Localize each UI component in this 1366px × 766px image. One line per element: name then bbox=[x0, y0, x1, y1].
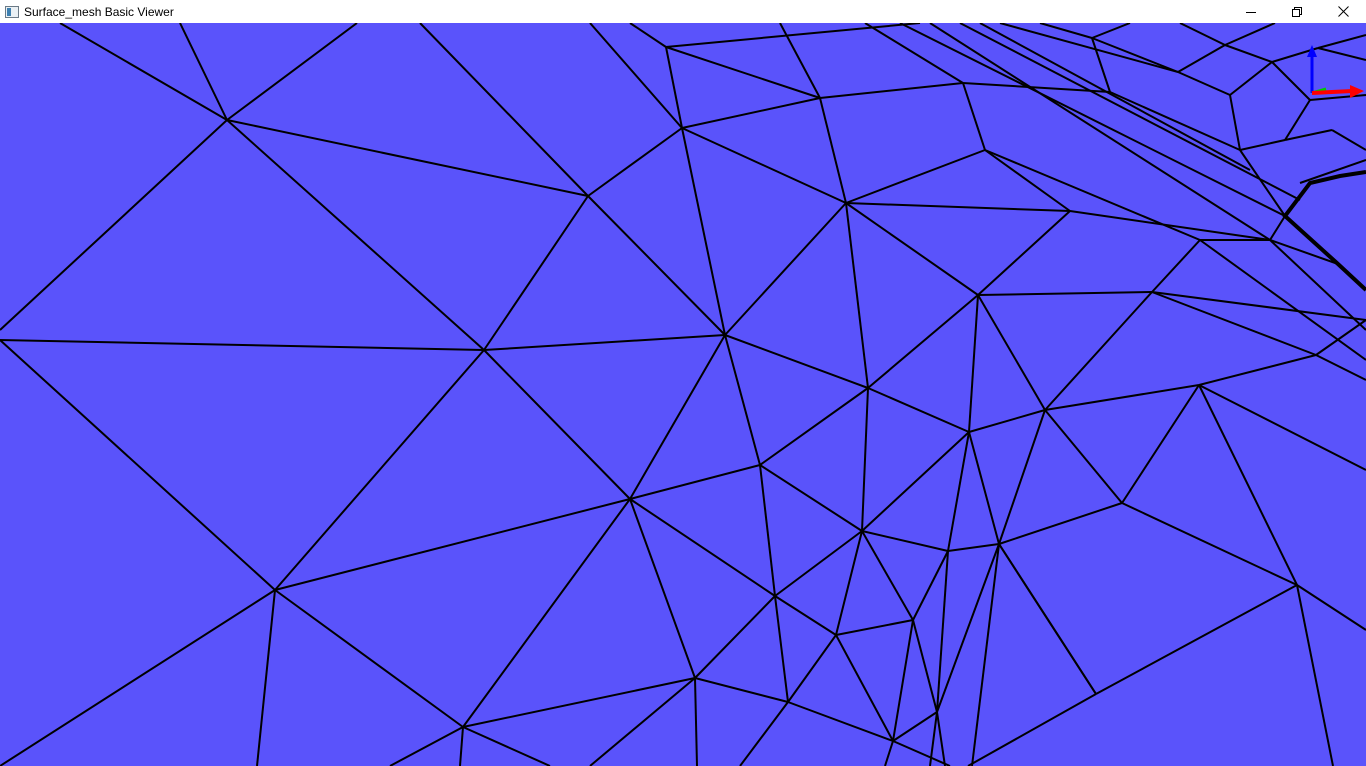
window-title: Surface_mesh Basic Viewer bbox=[24, 4, 174, 19]
minimize-button[interactable] bbox=[1228, 0, 1274, 23]
surface-mesh bbox=[0, 23, 1366, 766]
3d-viewport[interactable] bbox=[0, 23, 1366, 766]
viewer-window: Surface_mesh Basic Viewer bbox=[0, 0, 1366, 766]
x-axis-arrow-head bbox=[1350, 85, 1364, 98]
window-controls bbox=[1228, 0, 1366, 23]
z-axis-arrow-head bbox=[1307, 45, 1317, 57]
close-button[interactable] bbox=[1320, 0, 1366, 23]
restore-icon bbox=[1292, 6, 1302, 17]
close-icon bbox=[1337, 6, 1349, 17]
app-window-icon bbox=[5, 5, 19, 18]
axis-gizmo bbox=[1300, 43, 1366, 103]
restore-button[interactable] bbox=[1274, 0, 1320, 23]
x-axis-arrow bbox=[1311, 89, 1353, 95]
title-bar[interactable]: Surface_mesh Basic Viewer bbox=[0, 0, 1366, 23]
minimize-icon bbox=[1246, 7, 1256, 17]
